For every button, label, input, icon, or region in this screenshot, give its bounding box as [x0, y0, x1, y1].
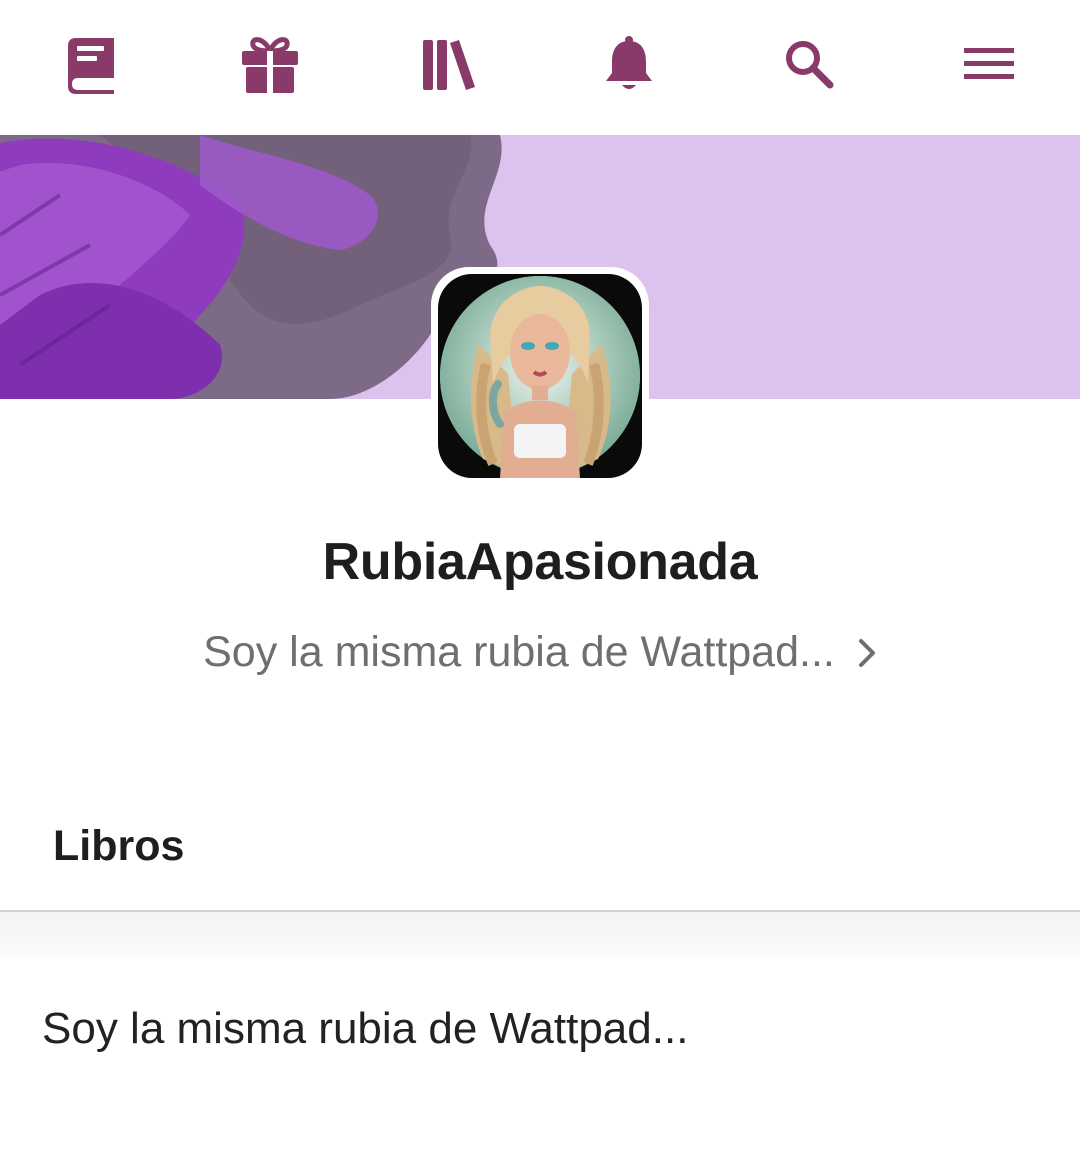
- section-separator: [0, 912, 1080, 956]
- bell-icon: [604, 35, 654, 93]
- hamburger-menu-icon: [964, 46, 1014, 82]
- avatar-image: [438, 274, 642, 478]
- search-icon: [784, 39, 834, 89]
- top-navigation-bar: [0, 0, 1080, 135]
- username: RubiaApasionada: [322, 533, 758, 591]
- write-button[interactable]: [48, 22, 132, 106]
- tagline-text: Soy la misma rubia de Wattpad...: [203, 628, 835, 676]
- library-button[interactable]: [407, 22, 491, 106]
- gift-icon: [239, 33, 301, 95]
- book-write-icon: [60, 34, 120, 94]
- tagline-link[interactable]: Soy la misma rubia de Wattpad...: [0, 628, 1080, 677]
- tab-libros[interactable]: Libros: [53, 822, 184, 871]
- library-icon: [421, 34, 477, 94]
- search-button[interactable]: [767, 22, 851, 106]
- menu-button[interactable]: [947, 22, 1031, 106]
- gift-button[interactable]: [228, 22, 312, 106]
- about-description: Soy la misma rubia de Wattpad...: [42, 1004, 689, 1053]
- chevron-right-icon: [857, 637, 877, 669]
- notifications-button[interactable]: [587, 22, 671, 106]
- avatar[interactable]: [431, 267, 649, 485]
